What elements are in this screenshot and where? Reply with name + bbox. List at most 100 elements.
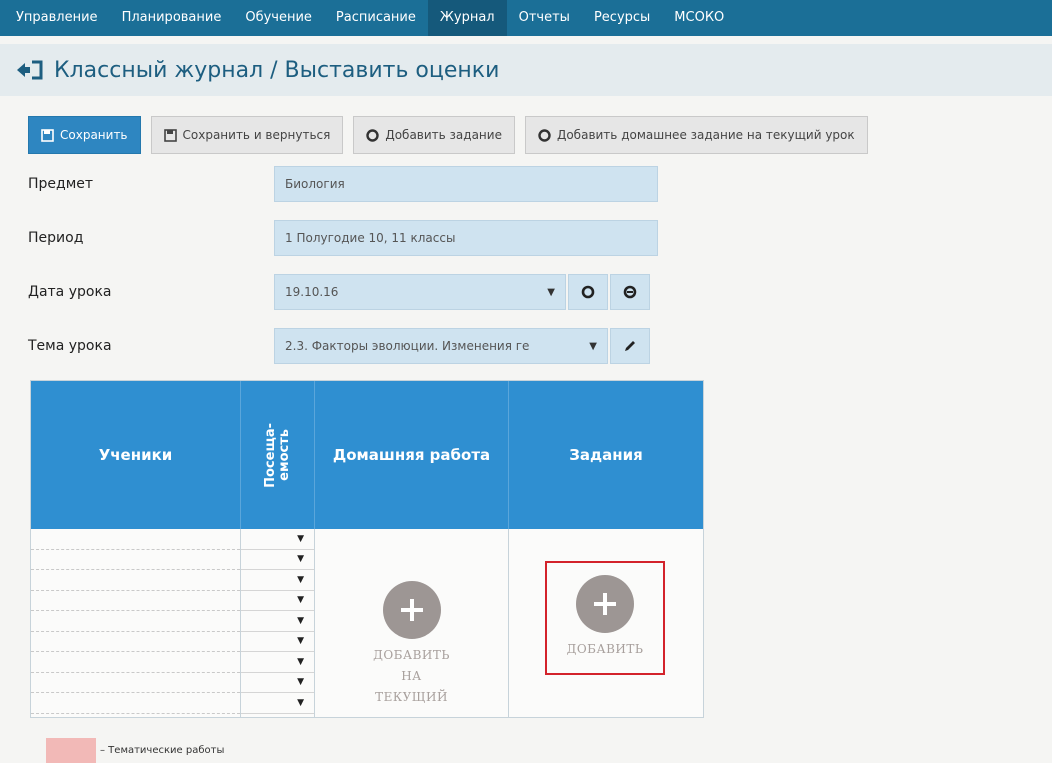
attendance-dropdown[interactable]: ▼ (241, 652, 314, 673)
attendance-header-label: Посеща- емость (262, 422, 292, 488)
save-and-return-button[interactable]: Сохранить и вернуться (150, 116, 344, 154)
plus-circle-icon (538, 128, 551, 142)
add-homework-line3: ТЕКУЩИЙ (375, 690, 448, 704)
period-value: 1 Полугодие 10, 11 классы (285, 231, 456, 245)
back-arrow-icon[interactable] (14, 58, 44, 82)
nav-item-reports[interactable]: Отчеты (507, 0, 582, 36)
student-row[interactable] (31, 550, 240, 570)
lesson-topic-label: Тема урока (28, 338, 112, 354)
save-button-label: Сохранить (60, 128, 128, 142)
attendance-dropdown[interactable]: ▼ (241, 529, 314, 550)
attendance-dropdown[interactable]: ▼ (241, 693, 314, 714)
homework-column: ДОБАВИТЬ НА ТЕКУЩИЙ (315, 529, 509, 717)
add-task-button[interactable]: Добавить задание (353, 116, 515, 154)
students-column (31, 529, 241, 717)
student-row[interactable] (31, 693, 240, 714)
dropdown-caret-icon: ▼ (297, 615, 304, 626)
period-label: Период (28, 230, 84, 246)
students-column-header[interactable]: Ученики (31, 381, 241, 529)
edit-topic-button[interactable] (610, 328, 650, 364)
add-homework-line2: НА (401, 669, 422, 683)
journal-body: ▼ ▼ ▼ ▼ ▼ ▼ ▼ ▼ ▼ ДОБАВИТЬ НА ТЕКУЩИЙ ДО… (31, 529, 703, 717)
plus-circle-icon (581, 285, 595, 299)
lesson-topic-select[interactable]: 2.3. Факторы эволюции. Изменения ге ▼ (274, 328, 608, 364)
nav-item-learning[interactable]: Обучение (233, 0, 324, 36)
dropdown-caret-icon: ▼ (297, 656, 304, 667)
attendance-dropdown[interactable]: ▼ (241, 570, 314, 591)
remove-date-button[interactable] (610, 274, 650, 310)
lesson-topic-row: Тема урока 2.3. Факторы эволюции. Измене… (28, 328, 650, 364)
period-row: Период 1 Полугодие 10, 11 классы (28, 220, 658, 256)
dropdown-caret-icon: ▼ (297, 677, 304, 688)
attendance-column-header[interactable]: Посеща- емость (241, 381, 315, 529)
period-field[interactable]: 1 Полугодие 10, 11 классы (274, 220, 658, 256)
legend-swatch (46, 738, 96, 763)
attendance-dropdown[interactable]: ▼ (241, 632, 314, 652)
dropdown-caret-icon: ▼ (297, 554, 304, 565)
add-task-label: ДОБАВИТЬ (566, 642, 644, 656)
nav-item-journal[interactable]: Журнал (427, 0, 507, 36)
attendance-column: ▼ ▼ ▼ ▼ ▼ ▼ ▼ ▼ ▼ (241, 529, 315, 717)
student-row[interactable] (31, 591, 240, 611)
nav-item-management[interactable]: Управление (4, 0, 110, 36)
student-row[interactable] (31, 570, 240, 591)
plus-circle-icon (366, 128, 380, 142)
add-task-highlight: ДОБАВИТЬ (545, 561, 665, 675)
dropdown-caret-icon: ▼ (297, 636, 304, 647)
attendance-dropdown[interactable]: ▼ (241, 673, 314, 693)
add-task-label: Добавить задание (385, 128, 502, 142)
pencil-icon (625, 341, 635, 351)
journal-header: Ученики Посеща- емость Домашняя работа З… (31, 381, 703, 529)
toolbar: Сохранить Сохранить и вернуться Добавить… (28, 116, 868, 154)
subject-row: Предмет Биология (28, 166, 658, 202)
nav-item-planning[interactable]: Планирование (110, 0, 234, 36)
subject-field[interactable]: Биология (274, 166, 658, 202)
dropdown-caret-icon: ▼ (297, 533, 304, 544)
homework-column-header[interactable]: Домашняя работа (315, 381, 509, 529)
student-row[interactable] (31, 529, 240, 550)
save-and-return-label: Сохранить и вернуться (182, 128, 331, 142)
nav-item-schedule[interactable]: Расписание (324, 0, 428, 36)
subject-label: Предмет (28, 176, 94, 192)
attendance-dropdown[interactable]: ▼ (241, 550, 314, 570)
add-homework-current-label: ДОБАВИТЬ НА ТЕКУЩИЙ (373, 645, 450, 708)
add-task-circle-button[interactable] (576, 575, 634, 633)
student-row[interactable] (31, 632, 240, 652)
student-row[interactable] (31, 652, 240, 673)
student-row[interactable] (31, 673, 240, 693)
attendance-dropdown[interactable]: ▼ (241, 611, 314, 632)
plus-icon (594, 593, 616, 615)
student-row[interactable] (31, 611, 240, 632)
add-homework-line1: ДОБАВИТЬ (373, 648, 450, 662)
add-homework-label: Добавить домашнее задание на текущий уро… (556, 128, 855, 142)
dropdown-caret-icon: ▼ (297, 697, 304, 708)
page-header: Классный журнал / Выставить оценки (0, 44, 1052, 96)
dropdown-caret-icon: ▼ (589, 340, 597, 352)
legend-text: – Тематические работы (100, 745, 225, 756)
save-icon (41, 128, 54, 142)
nav-item-msoko[interactable]: МСОКО (662, 0, 736, 36)
nav-item-resources[interactable]: Ресурсы (582, 0, 662, 36)
subject-value: Биология (285, 177, 345, 191)
lesson-date-value: 19.10.16 (285, 285, 339, 299)
dropdown-caret-icon: ▼ (547, 286, 555, 298)
minus-circle-icon (623, 285, 637, 299)
tasks-column-header[interactable]: Задания (509, 381, 703, 529)
top-navigation: Управление Планирование Обучение Расписа… (0, 0, 1052, 36)
plus-icon (400, 599, 423, 621)
add-date-button[interactable] (568, 274, 608, 310)
lesson-date-row: Дата урока 19.10.16 ▼ (28, 274, 650, 310)
legend: – Тематические работы (46, 738, 224, 763)
grades-journal-table: Ученики Посеща- емость Домашняя работа З… (30, 380, 704, 718)
add-homework-button[interactable]: Добавить домашнее задание на текущий уро… (524, 116, 868, 154)
page-title: Классный журнал / Выставить оценки (54, 57, 500, 83)
dropdown-caret-icon: ▼ (297, 574, 304, 585)
attendance-dropdown[interactable]: ▼ (241, 591, 314, 611)
lesson-topic-value: 2.3. Факторы эволюции. Изменения ге (285, 339, 530, 353)
lesson-date-select[interactable]: 19.10.16 ▼ (274, 274, 566, 310)
dropdown-caret-icon: ▼ (297, 595, 304, 606)
save-button[interactable]: Сохранить (28, 116, 141, 154)
add-homework-current-button[interactable] (382, 581, 441, 639)
tasks-column: ДОБАВИТЬ (509, 529, 703, 717)
lesson-date-label: Дата урока (28, 284, 112, 300)
